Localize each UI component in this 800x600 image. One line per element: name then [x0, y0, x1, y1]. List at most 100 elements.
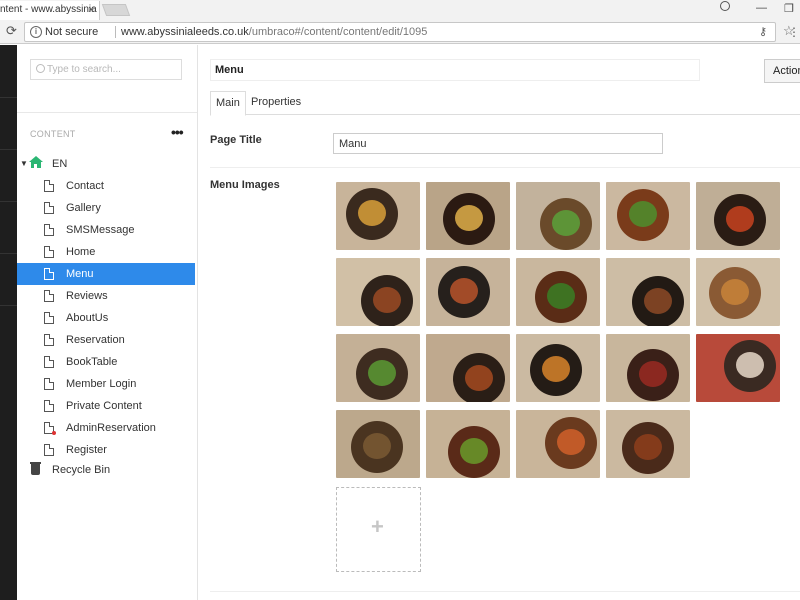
document-icon: [44, 312, 54, 324]
tab-properties[interactable]: Properties: [246, 91, 306, 116]
tree-search[interactable]: [30, 59, 182, 80]
menu-images-label: Menu Images: [210, 179, 280, 191]
menu-image-thumbnail[interactable]: [426, 410, 510, 478]
tree-item-register[interactable]: Register: [17, 439, 195, 461]
tree-item-label: Register: [66, 444, 107, 456]
tree-item-label: SMSMessage: [66, 224, 135, 236]
address-bar: ⟳ i Not secure www.abyssinialeeds.co.uk/…: [0, 20, 800, 44]
menu-image-thumbnail[interactable]: [606, 334, 690, 402]
tree-item-member-login[interactable]: Member Login: [17, 373, 195, 395]
search-icon: [36, 64, 45, 73]
content-tree-panel: CONTENT ••• ▼ EN Contact Gallery SMSMessag…: [17, 45, 198, 600]
node-name-input[interactable]: [210, 59, 700, 81]
document-icon: [44, 378, 54, 390]
browser-tab[interactable]: ntent - www.abyssinia ×: [0, 1, 100, 20]
recycle-bin[interactable]: Recycle Bin: [17, 459, 195, 481]
document-icon: [44, 356, 54, 368]
document-icon: [44, 224, 54, 236]
plus-icon: +: [371, 514, 384, 539]
tree-item-aboutus[interactable]: AboutUs: [17, 307, 195, 329]
protected-badge-icon: [52, 431, 56, 435]
editor-panel: Action Main Properties Page Title Menu I…: [198, 45, 800, 600]
document-icon: [44, 444, 54, 456]
menu-image-thumbnail[interactable]: [336, 410, 420, 478]
food-shape: [552, 210, 580, 236]
food-shape: [450, 278, 478, 304]
close-tab-icon[interactable]: ×: [88, 4, 94, 16]
food-shape: [644, 288, 672, 314]
document-icon: [44, 180, 54, 192]
food-shape: [557, 429, 585, 455]
menu-image-thumbnail[interactable]: [696, 258, 780, 326]
reload-icon[interactable]: ⟳: [6, 23, 17, 39]
tree-item-reservation[interactable]: Reservation: [17, 329, 195, 351]
key-icon[interactable]: ⚷: [759, 25, 767, 38]
menu-image-thumbnail[interactable]: [516, 334, 600, 402]
tree-item-gallery[interactable]: Gallery: [17, 197, 195, 219]
tree-item-contact[interactable]: Contact: [17, 175, 195, 197]
section-rail: [0, 45, 17, 600]
food-shape: [721, 279, 749, 305]
tree-root-en[interactable]: ▼ EN: [17, 153, 195, 175]
tree-item-label: Member Login: [66, 378, 137, 390]
menu-image-thumbnail[interactable]: [426, 334, 510, 402]
tree-item-smsmessage[interactable]: SMSMessage: [17, 219, 195, 241]
tree-item-label: BookTable: [66, 356, 118, 368]
menu-image-thumbnail[interactable]: [516, 410, 600, 478]
tree-item-label: Home: [66, 246, 96, 258]
caret-down-icon[interactable]: ▼: [20, 159, 28, 168]
document-icon: [44, 400, 54, 412]
url-text: www.abyssinialeeds.co.uk/umbraco#/conten…: [121, 26, 428, 38]
food-shape: [368, 360, 396, 386]
food-shape: [465, 365, 493, 391]
menu-image-thumbnail[interactable]: [426, 182, 510, 250]
browser-menu-icon[interactable]: ⋮: [788, 25, 800, 39]
menu-image-thumbnail[interactable]: [606, 182, 690, 250]
minimize-icon[interactable]: —: [756, 2, 767, 14]
tree-item-adminreservation[interactable]: AdminReservation: [17, 417, 195, 439]
menu-image-thumbnail[interactable]: [696, 334, 780, 402]
tree-item-label: Private Content: [66, 400, 142, 412]
tree-item-private-content[interactable]: Private Content: [17, 395, 195, 417]
url-divider: [115, 26, 116, 38]
search-input[interactable]: [47, 62, 177, 77]
tree-root-label: EN: [52, 158, 68, 170]
menu-image-thumbnail[interactable]: [336, 182, 420, 250]
food-shape: [726, 206, 754, 232]
document-icon: [44, 202, 54, 214]
document-icon: [44, 268, 54, 280]
menu-image-thumbnail[interactable]: [606, 258, 690, 326]
food-shape: [455, 205, 483, 231]
tree-item-label: Gallery: [66, 202, 101, 214]
tree-item-label: AboutUs: [66, 312, 109, 324]
tree-item-reviews[interactable]: Reviews: [17, 285, 195, 307]
menu-image-thumbnail[interactable]: [696, 182, 780, 250]
menu-image-thumbnail[interactable]: [336, 258, 420, 326]
section-options-icon[interactable]: •••: [171, 124, 184, 140]
menu-image-thumbnail[interactable]: [426, 258, 510, 326]
tree-item-booktable[interactable]: BookTable: [17, 351, 195, 373]
document-icon: [44, 246, 54, 258]
restore-icon[interactable]: ❐: [784, 2, 794, 15]
tree-item-label: Reviews: [66, 290, 108, 302]
security-label: Not secure: [45, 26, 99, 38]
account-icon[interactable]: [720, 1, 730, 11]
add-image-button[interactable]: +: [336, 487, 421, 572]
document-icon: [44, 290, 54, 302]
food-shape: [639, 361, 667, 387]
new-tab-button[interactable]: [101, 4, 131, 16]
menu-image-thumbnail[interactable]: [516, 182, 600, 250]
tab-main[interactable]: Main: [210, 91, 246, 116]
food-shape: [629, 201, 657, 227]
tree-item-menu[interactable]: Menu: [17, 263, 195, 285]
tree-item-label: Contact: [66, 180, 104, 192]
menu-image-thumbnail[interactable]: [606, 410, 690, 478]
menu-image-thumbnail[interactable]: [516, 258, 600, 326]
food-shape: [634, 434, 662, 460]
url-input[interactable]: i Not secure www.abyssinialeeds.co.uk/um…: [24, 22, 795, 42]
info-icon[interactable]: i: [30, 26, 42, 38]
tree-item-home[interactable]: Home: [17, 241, 195, 263]
menu-image-thumbnail[interactable]: [336, 334, 420, 402]
page-title-input[interactable]: [333, 133, 663, 154]
actions-button[interactable]: Action: [764, 59, 800, 83]
